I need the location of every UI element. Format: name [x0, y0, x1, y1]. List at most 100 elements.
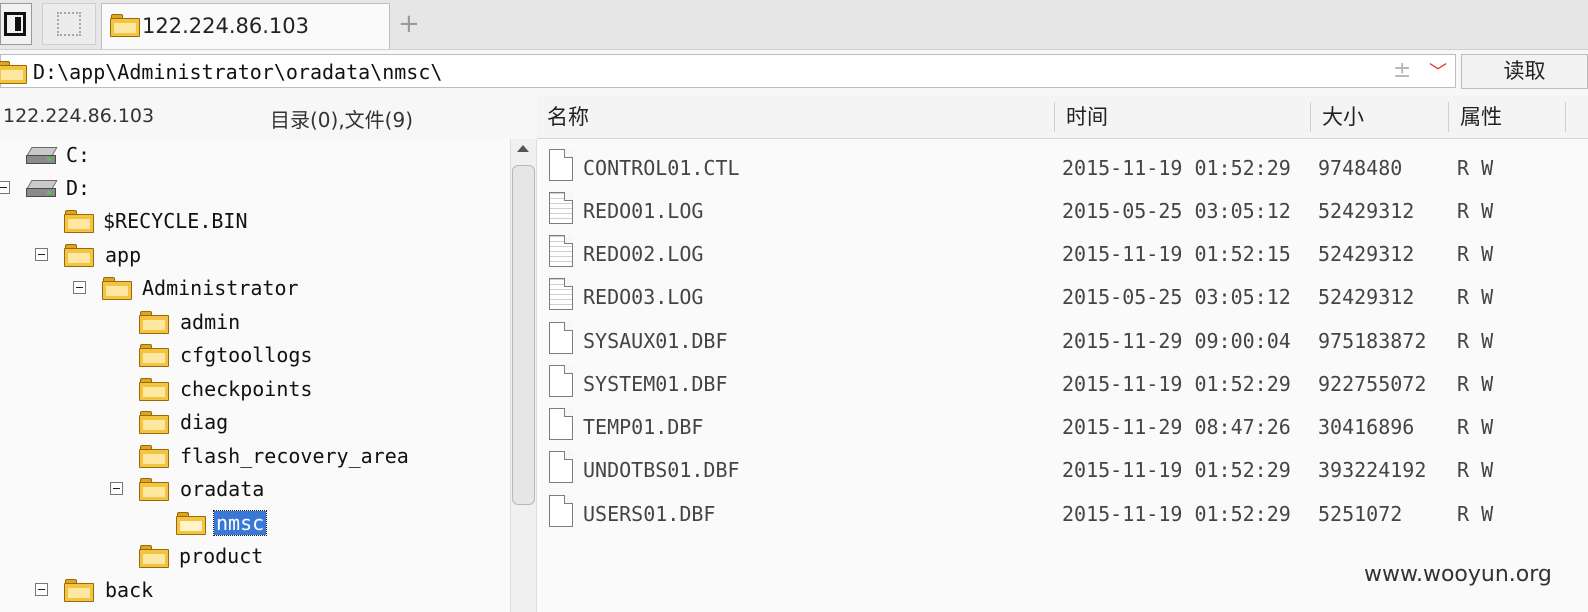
read-button[interactable]: 读取	[1461, 54, 1588, 89]
tree-item-label: D:	[66, 176, 91, 200]
file-icon	[549, 451, 573, 483]
column-name[interactable]: 名称	[547, 96, 589, 138]
folder-icon	[139, 378, 169, 401]
file-size: 52429312	[1318, 285, 1415, 309]
tree-item-diag[interactable]: diag	[0, 407, 510, 439]
folder-icon	[64, 579, 94, 602]
file-size: 30416896	[1318, 415, 1415, 439]
collapse-toggle[interactable]	[0, 181, 10, 194]
file-size: 975183872	[1318, 329, 1427, 353]
tree-item-recycle-bin[interactable]: $RECYCLE.BIN	[0, 206, 510, 238]
text-file-icon	[549, 192, 573, 224]
tree-item-label: Administrator	[142, 276, 299, 300]
folder-icon	[139, 478, 169, 501]
tree-item-product[interactable]: product	[0, 541, 510, 573]
file-row[interactable]: SYSTEM01.DBF 2015-11-19 01:52:29 9227550…	[537, 360, 1588, 403]
collapse-toggle[interactable]	[73, 281, 86, 294]
file-size: 52429312	[1318, 242, 1415, 266]
collapse-toggle[interactable]	[35, 248, 48, 261]
file-time: 2015-11-19 01:52:29	[1062, 458, 1291, 482]
tab-bar: 122.224.86.103 +	[0, 0, 1588, 50]
tree-item-checkpoints[interactable]: checkpoints	[0, 374, 510, 406]
file-size: 5251072	[1318, 502, 1403, 526]
file-row[interactable]: REDO01.LOG 2015-05-25 03:05:12 52429312 …	[537, 187, 1588, 230]
file-row[interactable]: SYSAUX01.DBF 2015-11-29 09:00:04 9751838…	[537, 317, 1588, 360]
drive-icon	[26, 147, 58, 165]
file-time: 2015-11-19 01:52:29	[1062, 156, 1291, 180]
tree-header: 122.224.86.103 目录(0),文件(9)	[0, 96, 537, 138]
tree-item-back[interactable]: back	[0, 575, 510, 607]
file-icon	[549, 365, 573, 397]
file-row[interactable]: CONTROL01.CTL 2015-11-19 01:52:29 974848…	[537, 144, 1588, 187]
file-time: 2015-11-19 01:52:29	[1062, 372, 1291, 396]
file-attr: R W	[1457, 242, 1494, 266]
file-attr: R W	[1457, 372, 1494, 396]
column-time[interactable]: 时间	[1066, 96, 1108, 138]
scroll-thumb[interactable]	[512, 165, 535, 505]
folder-icon	[139, 445, 169, 468]
folder-icon	[139, 411, 169, 434]
folder-icon	[110, 14, 140, 37]
file-icon	[549, 322, 573, 354]
drive-icon	[26, 180, 58, 198]
file-time: 2015-11-19 01:52:15	[1062, 242, 1291, 266]
file-name: CONTROL01.CTL	[583, 156, 740, 180]
folder-icon	[64, 244, 94, 267]
folder-open-icon	[176, 512, 206, 535]
file-row[interactable]: REDO02.LOG 2015-11-19 01:52:15 52429312 …	[537, 230, 1588, 273]
folder-icon	[139, 344, 169, 367]
collapse-toggle[interactable]	[35, 583, 48, 596]
file-attr: R W	[1457, 415, 1494, 439]
tree-item-label: flash_recovery_area	[180, 444, 409, 468]
file-time: 2015-11-19 01:52:29	[1062, 502, 1291, 526]
new-window-button[interactable]	[42, 3, 96, 45]
file-icon	[549, 408, 573, 440]
file-name: TEMP01.DBF	[583, 415, 704, 439]
tree-item-app[interactable]: app	[0, 240, 510, 272]
file-name: USERS01.DBF	[583, 502, 716, 526]
tree-item-c-drive[interactable]: C:	[0, 140, 510, 172]
scroll-up-icon[interactable]	[517, 145, 529, 152]
tree-scrollbar[interactable]	[510, 139, 537, 612]
file-size: 9748480	[1318, 156, 1403, 180]
file-size: 52429312	[1318, 199, 1415, 223]
file-row[interactable]: TEMP01.DBF 2015-11-29 08:47:26 30416896 …	[537, 403, 1588, 446]
file-name: SYSAUX01.DBF	[583, 329, 728, 353]
file-name: REDO02.LOG	[583, 242, 704, 266]
file-time: 2015-11-29 08:47:26	[1062, 415, 1291, 439]
column-header: 名称 时间 大小 属性	[537, 96, 1588, 139]
plus-minus-icon[interactable]: ±	[1393, 58, 1411, 83]
text-file-icon	[549, 278, 573, 310]
file-name: REDO01.LOG	[583, 199, 704, 223]
folder-icon	[139, 311, 169, 334]
tree-item-nmsc[interactable]: nmsc	[0, 508, 510, 540]
column-size[interactable]: 大小	[1322, 96, 1364, 138]
tree-item-d-drive[interactable]: D:	[0, 173, 510, 205]
tab-label: 122.224.86.103	[142, 14, 309, 38]
text-file-icon	[549, 235, 573, 267]
tree-item-flash-recovery-area[interactable]: flash_recovery_area	[0, 441, 510, 473]
file-row[interactable]: UNDOTBS01.DBF 2015-11-19 01:52:29 393224…	[537, 446, 1588, 489]
add-tab-button[interactable]: +	[398, 10, 420, 38]
column-attr[interactable]: 属性	[1460, 96, 1502, 138]
file-row[interactable]: USERS01.DBF 2015-11-19 01:52:29 5251072 …	[537, 490, 1588, 533]
tree-item-cfgtoollogs[interactable]: cfgtoollogs	[0, 340, 510, 372]
chevron-down-icon[interactable]: ﹀	[1429, 58, 1447, 84]
file-attr: R W	[1457, 458, 1494, 482]
tree-item-administrator[interactable]: Administrator	[0, 273, 510, 305]
tree-item-admin[interactable]: admin	[0, 307, 510, 339]
file-attr: R W	[1457, 156, 1494, 180]
file-time: 2015-05-25 03:05:12	[1062, 199, 1291, 223]
file-attr: R W	[1457, 199, 1494, 223]
tree-item-oradata[interactable]: oradata	[0, 474, 510, 506]
file-time: 2015-11-29 09:00:04	[1062, 329, 1291, 353]
tab-host[interactable]: 122.224.86.103	[101, 3, 390, 49]
file-row[interactable]: REDO03.LOG 2015-05-25 03:05:12 52429312 …	[537, 273, 1588, 316]
tree-item-label: C:	[66, 143, 91, 167]
path-value: D:\app\Administrator\oradata\nmsc\	[33, 60, 443, 84]
path-input[interactable]: D:\app\Administrator\oradata\nmsc\ ± ﹀	[0, 54, 1456, 88]
collapse-toggle[interactable]	[110, 482, 123, 495]
panel-toggle-button[interactable]	[0, 3, 32, 45]
window-icon	[57, 12, 81, 36]
file-attr: R W	[1457, 502, 1494, 526]
